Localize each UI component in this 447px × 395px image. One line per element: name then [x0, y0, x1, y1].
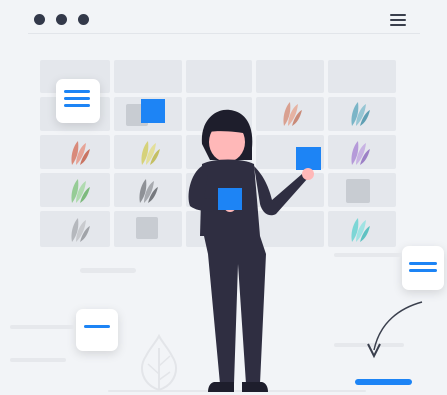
card-line	[64, 104, 90, 107]
calendar-cell	[256, 60, 324, 93]
leaf-icon	[71, 141, 90, 165]
decorative-line	[334, 253, 402, 257]
card-line	[84, 325, 110, 328]
leaf-icon	[351, 141, 370, 165]
plant-icon	[141, 334, 177, 392]
window-dot-1[interactable]	[34, 14, 45, 25]
leaf-icon	[351, 218, 370, 242]
card-line	[64, 90, 90, 93]
window-dot-2[interactable]	[56, 14, 67, 25]
decorative-line	[80, 268, 136, 273]
decorative-line	[10, 325, 74, 329]
curved-arrow-icon	[367, 301, 423, 359]
leaf-icon	[351, 102, 370, 126]
card-line	[409, 269, 437, 272]
header-divider	[28, 33, 420, 34]
hamburger-icon[interactable]	[390, 14, 406, 29]
card-line	[409, 262, 437, 265]
calendar-cell	[328, 60, 396, 93]
blue-square	[141, 99, 165, 123]
grey-block	[346, 179, 370, 203]
card-line	[64, 97, 90, 100]
calendar-cell	[186, 60, 252, 93]
leaf-icon	[141, 141, 160, 165]
floating-card-list[interactable]	[56, 79, 100, 123]
decorative-line	[10, 358, 66, 362]
floating-card-double[interactable]	[402, 246, 444, 290]
window-dot-3[interactable]	[78, 14, 89, 25]
floating-card-single[interactable]	[76, 309, 118, 351]
grey-block	[136, 217, 158, 239]
leaf-icon	[71, 218, 90, 242]
person-illustration	[188, 109, 314, 392]
accent-pill	[355, 379, 412, 385]
calendar-cell	[114, 60, 182, 93]
leaf-icon	[71, 179, 90, 203]
leaf-icon	[139, 179, 158, 203]
